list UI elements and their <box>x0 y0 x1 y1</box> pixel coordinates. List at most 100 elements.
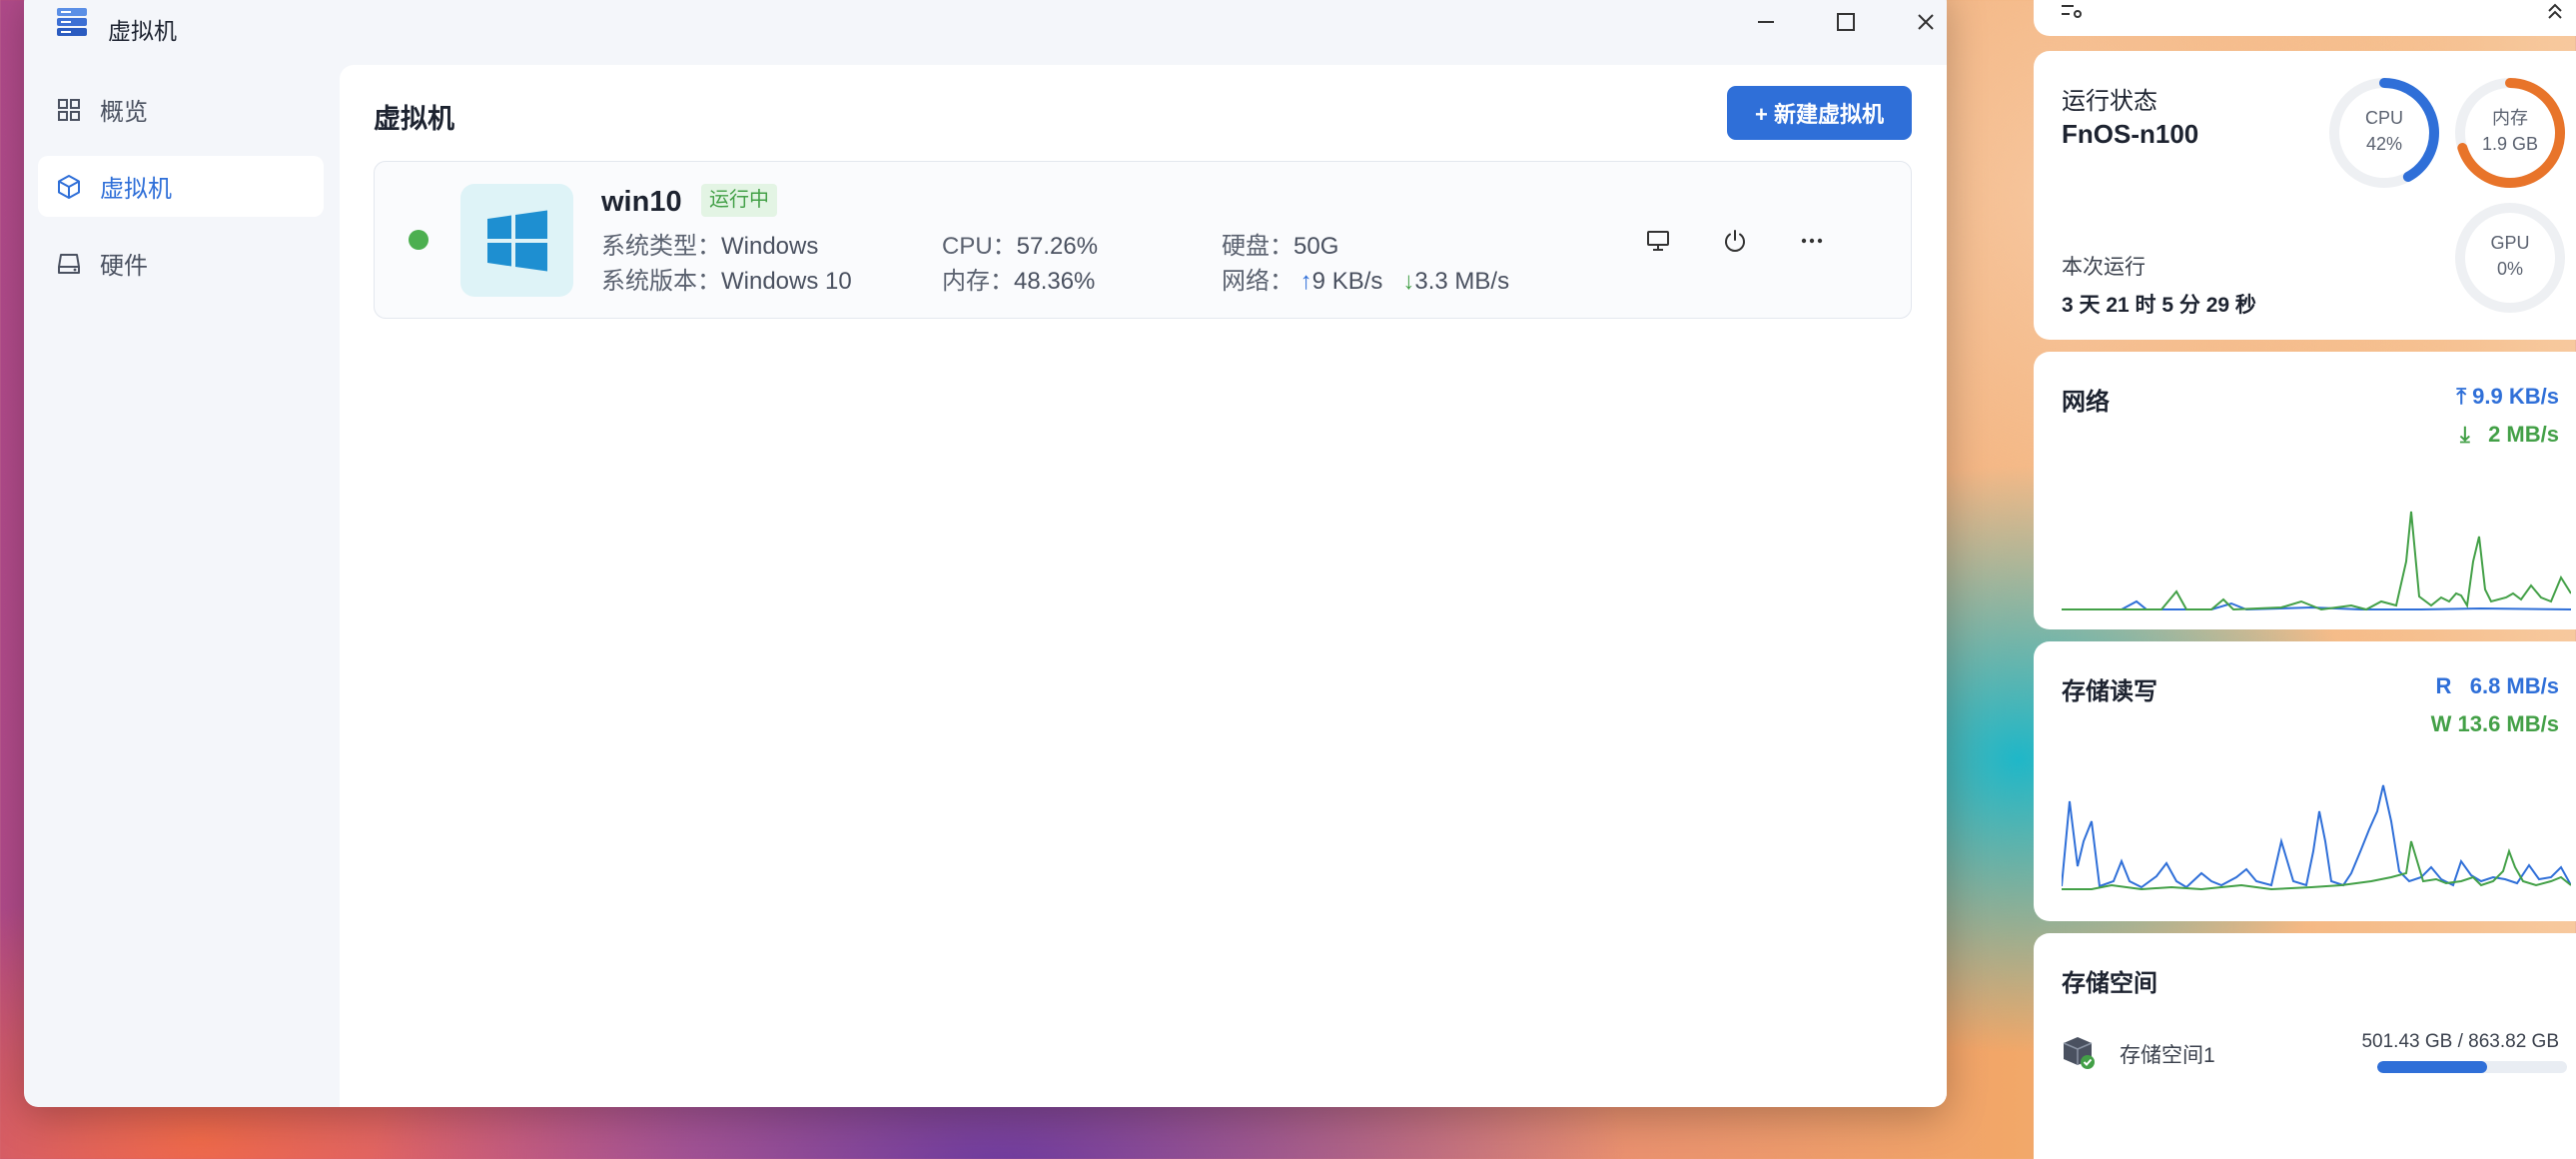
net-label: 网络： <box>1222 268 1293 295</box>
maximize-button[interactable] <box>1826 2 1866 42</box>
title-bar[interactable]: 虚拟机 <box>24 0 1947 65</box>
app-server-icon <box>57 8 87 36</box>
read-value: 6.8 MB/s <box>2469 673 2559 698</box>
network-sparkline <box>2062 511 2571 611</box>
cpu-gauge-value: 42% <box>2365 134 2403 154</box>
network-download: ⤓ 2 MB/s <box>2460 422 2559 448</box>
vm-disk: 硬盘：50G <box>1222 226 1338 261</box>
arrow-up-icon: ↑ <box>1299 268 1312 295</box>
storage-progress-fill <box>2377 1061 2488 1073</box>
monitor-icon <box>1647 231 1669 251</box>
storage-usage: 501.43 GB / 863.82 GB <box>2361 1031 2559 1053</box>
storage-io-title: 存储读写 <box>2062 678 2157 705</box>
page-title: 虚拟机 <box>374 104 454 134</box>
vm-network: 网络： ↑9 KB/s ↓3.3 MB/s <box>1222 261 1509 296</box>
close-icon <box>1918 14 1934 30</box>
network-title: 网络 <box>2062 389 2110 416</box>
widget-status: 运行状态 FnOS-n100 CPU 42% 内存 1.9 GB GPU 0% … <box>2034 51 2576 340</box>
vm-memory: 内存：48.36% <box>942 261 1095 296</box>
gpu-gauge-value: 0% <box>2496 259 2523 279</box>
cube-icon <box>56 174 82 200</box>
disk-label: 硬盘： <box>1222 233 1293 260</box>
storage-progress-track <box>2377 1061 2567 1073</box>
status-title: 运行状态 <box>2062 88 2157 115</box>
storage-total: 863.82 GB <box>2468 1031 2559 1052</box>
mem-value: 48.36% <box>1014 268 1096 295</box>
sidebar: 概览 虚拟机 硬件 <box>24 65 339 1107</box>
vm-type: 系统类型：Windows <box>601 226 818 261</box>
sidebar-item-label: 硬件 <box>100 253 148 280</box>
more-button[interactable] <box>1791 220 1833 262</box>
storage-write: W 13.6 MB/s <box>2431 711 2559 737</box>
grid-icon <box>56 97 82 123</box>
collapse-icon[interactable] <box>2545 2 2565 20</box>
sidebar-item-label: 概览 <box>100 99 148 126</box>
mem-gauge-title: 内存 <box>2492 108 2528 128</box>
read-label: R <box>2435 673 2452 698</box>
vm-cpu: CPU：57.26% <box>942 226 1098 261</box>
gpu-gauge-title: GPU <box>2490 233 2530 253</box>
new-vm-button[interactable]: + 新建虚拟机 <box>1727 86 1912 140</box>
cpu-gauge-label: CPU 42% <box>2329 105 2439 157</box>
drive-icon <box>56 251 82 277</box>
maximize-icon <box>1837 13 1855 31</box>
network-download-value: 2 MB/s <box>2488 422 2559 447</box>
widget-network: 网络 ⤒ 9.9 KB/s ⤓ 2 MB/s <box>2034 352 2576 629</box>
uptime-label: 本次运行 <box>2062 256 2146 279</box>
power-button[interactable] <box>1714 220 1756 262</box>
settings-sliders-icon[interactable] <box>2060 0 2086 22</box>
minimize-icon <box>1758 21 1774 23</box>
network-upload: ⤒ 9.9 KB/s <box>2456 384 2559 410</box>
vm-manager-window: 虚拟机 概览 虚拟机 硬件 虚拟机 + 新建虚拟机 win10 运行中 系统类型… <box>24 0 1947 1107</box>
main-content: 虚拟机 + 新建虚拟机 win10 运行中 系统类型：Windows 系统版本：… <box>340 65 1947 1107</box>
cpu-gauge-title: CPU <box>2364 108 2403 128</box>
hostname: FnOS-n100 <box>2062 119 2199 149</box>
sidebar-item-label: 虚拟机 <box>100 176 172 203</box>
type-value: Windows <box>721 233 819 260</box>
memory-gauge-label: 内存 1.9 GB <box>2455 105 2565 157</box>
power-icon <box>1725 230 1745 252</box>
storage-space-title: 存储空间 <box>2062 970 2157 997</box>
net-up-value: 9 KB/s <box>1311 268 1383 295</box>
sidebar-item-hardware[interactable]: 硬件 <box>38 233 324 294</box>
vm-card[interactable]: win10 运行中 系统类型：Windows 系统版本：Windows 10 C… <box>374 161 1912 319</box>
mem-label: 内存： <box>942 268 1014 295</box>
storage-pool-icon <box>2063 1037 2095 1069</box>
minimize-button[interactable] <box>1746 2 1786 42</box>
mem-gauge-value: 1.9 GB <box>2481 134 2539 154</box>
download-icon: ⤓ <box>2460 422 2470 447</box>
sidebar-item-overview[interactable]: 概览 <box>38 79 324 140</box>
storage-read: R 6.8 MB/s <box>2436 673 2560 699</box>
storage-separator: / <box>2457 1031 2463 1052</box>
widget-storage-space: 存储空间 存储空间1 501.43 GB / 863.82 GB <box>2034 933 2576 1159</box>
uptime-value: 3 天 21 时 5 分 29 秒 <box>2062 294 2256 317</box>
storage-io-sparkline <box>2062 784 2571 891</box>
vm-version: 系统版本：Windows 10 <box>601 261 852 296</box>
windows-logo-icon <box>460 184 573 297</box>
cpu-value: 57.26% <box>1016 233 1099 260</box>
write-label: W <box>2430 711 2452 736</box>
arrow-down-icon: ↓ <box>1402 268 1415 295</box>
window-title: 虚拟机 <box>108 18 177 44</box>
storage-used: 501.43 GB <box>2361 1031 2453 1052</box>
status-badge: 运行中 <box>701 184 777 217</box>
sidebar-item-vm[interactable]: 虚拟机 <box>38 156 324 217</box>
network-upload-value: 9.9 KB/s <box>2472 384 2559 409</box>
more-icon <box>1801 238 1823 244</box>
widget-storage-io: 存储读写 R 6.8 MB/s W 13.6 MB/s <box>2034 641 2576 921</box>
status-dot <box>409 230 429 250</box>
disk-value: 50G <box>1293 233 1339 260</box>
console-button[interactable] <box>1637 220 1679 262</box>
widget-toolbar <box>2034 0 2576 36</box>
net-down-value: 3.3 MB/s <box>1414 268 1510 295</box>
write-value: 13.6 MB/s <box>2457 711 2560 736</box>
close-button[interactable] <box>1906 2 1946 42</box>
version-value: Windows 10 <box>721 268 852 295</box>
storage-pool-name: 存储空间1 <box>2120 1044 2215 1067</box>
type-label: 系统类型： <box>601 233 721 260</box>
version-label: 系统版本： <box>601 268 721 295</box>
gpu-gauge-label: GPU 0% <box>2455 230 2565 282</box>
cpu-label: CPU： <box>942 233 1017 260</box>
upload-icon: ⤒ <box>2456 384 2467 409</box>
vm-name: win10 <box>601 186 682 218</box>
